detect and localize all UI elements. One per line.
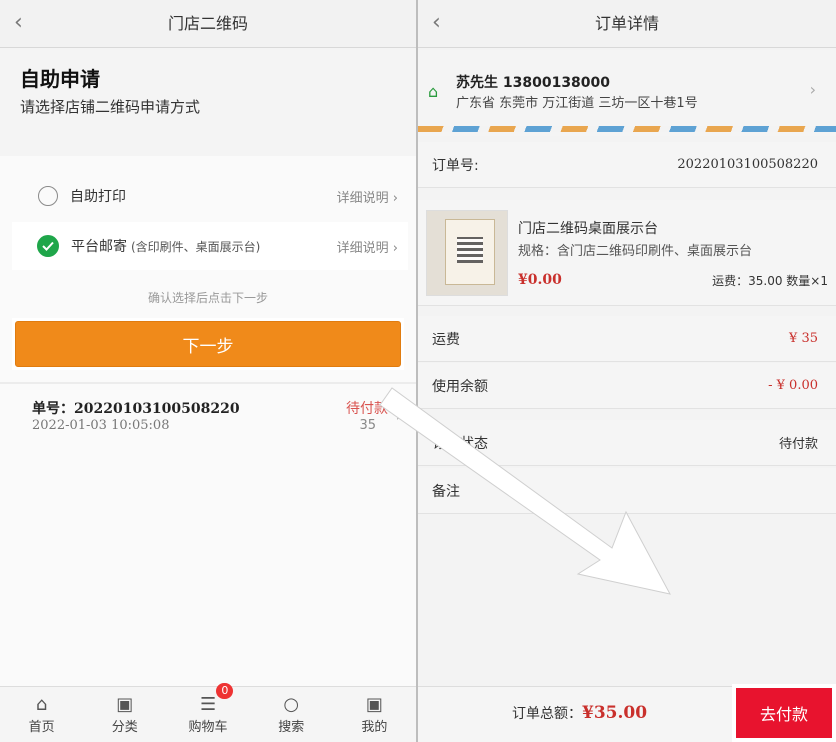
- tab-label: 分类: [111, 720, 138, 735]
- chevron-right-icon: ›: [395, 406, 402, 425]
- tab-label: 首页: [28, 720, 55, 735]
- back-icon[interactable]: ‹: [432, 0, 441, 46]
- status-row: 订单状态 待付款: [418, 420, 836, 466]
- row-label: 订单号:: [432, 157, 479, 174]
- row-label: 使用余额: [432, 378, 488, 395]
- row-label: 订单状态: [432, 435, 488, 452]
- option-platform-mail[interactable]: 平台邮寄 (含印刷件、桌面展示台) 详细说明 ›: [12, 222, 408, 270]
- envelope-stripe: [418, 126, 836, 132]
- radio-unchecked-icon[interactable]: [38, 186, 58, 206]
- tab-home[interactable]: ⌂ 首页: [0, 687, 83, 742]
- product-title: 门店二维码桌面展示台: [518, 221, 658, 237]
- row-label: 备注: [432, 483, 460, 500]
- check-icon[interactable]: [37, 235, 59, 257]
- row-value: 20220103100508220: [677, 157, 818, 172]
- home-icon: ⌂: [35, 694, 48, 715]
- balance-row: 使用余额 - ¥ 0.00: [418, 363, 836, 409]
- order-number-row: 订单号: 20220103100508220: [418, 142, 836, 188]
- order-total: 订单总额：¥35.00: [512, 703, 648, 723]
- address-line: 广东省 东莞市 万江街道 三坊一区十巷1号: [456, 96, 698, 111]
- hint-text: 确认选择后点击下一步: [147, 291, 268, 305]
- order-detail-page: ‹ 订单详情 ⌂ 苏先生 13800138000 广东省 东莞市 万江街道 三坊…: [418, 0, 836, 742]
- cart-icon: ☰: [199, 694, 217, 715]
- row-value: 待付款: [778, 437, 818, 452]
- row-label: 运费: [432, 331, 460, 348]
- order-number: 单号：20220103100508220: [32, 401, 240, 417]
- tab-bar: ⌂ 首页 ▣ 分类 ☰ 0 购物车 ○ 搜索 ▣ 我的: [0, 683, 416, 742]
- order-status: 待付款: [346, 401, 388, 417]
- option-self-print[interactable]: 自助打印 详细说明 ›: [12, 172, 408, 220]
- order-item[interactable]: 单号：20220103100508220 2022-01-03 10:05:08…: [0, 386, 416, 446]
- tab-label: 购物车: [188, 720, 228, 735]
- pay-button[interactable]: 去付款: [736, 688, 832, 738]
- right-header: ‹ 订单详情: [418, 0, 836, 48]
- pay-button-highlight: 去付款: [732, 684, 836, 742]
- search-icon: ○: [283, 694, 300, 715]
- detail-link[interactable]: 详细说明 ›: [337, 187, 398, 206]
- order-amount: 35: [359, 418, 376, 433]
- page-title: 订单详情: [594, 14, 659, 33]
- chevron-right-icon: ›: [809, 80, 816, 99]
- store-qrcode-page: ‹ 门店二维码 自助申请 请选择店铺二维码申请方式 自助打印 详细说明 › 平台…: [0, 0, 416, 742]
- row-value: ¥ 35: [789, 331, 818, 346]
- left-header: ‹ 门店二维码: [0, 0, 416, 48]
- section-heading: 自助申请: [20, 67, 100, 91]
- shipping-row: 运费 ¥ 35: [418, 316, 836, 362]
- back-icon[interactable]: ‹: [14, 0, 23, 46]
- detail-link[interactable]: 详细说明 ›: [337, 237, 398, 256]
- divider: [0, 382, 416, 384]
- profile-icon: ▣: [365, 694, 383, 715]
- product-image: [426, 210, 508, 296]
- tab-search[interactable]: ○ 搜索: [250, 687, 333, 742]
- option-label: 自助打印: [70, 189, 126, 205]
- recipient: 苏先生 13800138000: [456, 75, 611, 91]
- tab-label: 我的: [361, 720, 388, 735]
- next-button-highlight: 下一步: [12, 318, 404, 370]
- product-item: 门店二维码桌面展示台 规格：含门店二维码印刷件、桌面展示台 ¥0.00 运费：3…: [418, 200, 836, 306]
- next-button[interactable]: 下一步: [15, 321, 401, 367]
- section-subheading: 请选择店铺二维码申请方式: [20, 98, 201, 116]
- tab-cart[interactable]: ☰ 0 购物车: [166, 683, 249, 742]
- cart-badge: 0: [216, 683, 234, 699]
- self-apply-intro: 自助申请 请选择店铺二维码申请方式: [0, 48, 416, 156]
- option-label: 平台邮寄: [71, 239, 127, 255]
- tab-category[interactable]: ▣ 分类: [83, 687, 166, 742]
- address-card[interactable]: ⌂ 苏先生 13800138000 广东省 东莞市 万江街道 三坊一区十巷1号 …: [418, 50, 836, 136]
- remark-row[interactable]: 备注: [418, 468, 836, 514]
- product-price: ¥0.00: [518, 272, 562, 288]
- order-time: 2022-01-03 10:05:08: [32, 418, 170, 433]
- screen: ‹ 门店二维码 自助申请 请选择店铺二维码申请方式 自助打印 详细说明 › 平台…: [0, 0, 836, 742]
- tab-label: 搜索: [278, 720, 305, 735]
- location-icon: ⌂: [428, 82, 439, 101]
- tab-profile[interactable]: ▣ 我的: [333, 687, 416, 742]
- page-title: 门店二维码: [167, 14, 248, 33]
- row-value: - ¥ 0.00: [768, 378, 818, 393]
- category-icon: ▣: [116, 694, 134, 715]
- product-shipping: 运费：35.00 数量×1: [712, 274, 828, 288]
- product-spec: 规格：含门店二维码印刷件、桌面展示台: [518, 244, 753, 259]
- option-sub: (含印刷件、桌面展示台): [131, 239, 261, 254]
